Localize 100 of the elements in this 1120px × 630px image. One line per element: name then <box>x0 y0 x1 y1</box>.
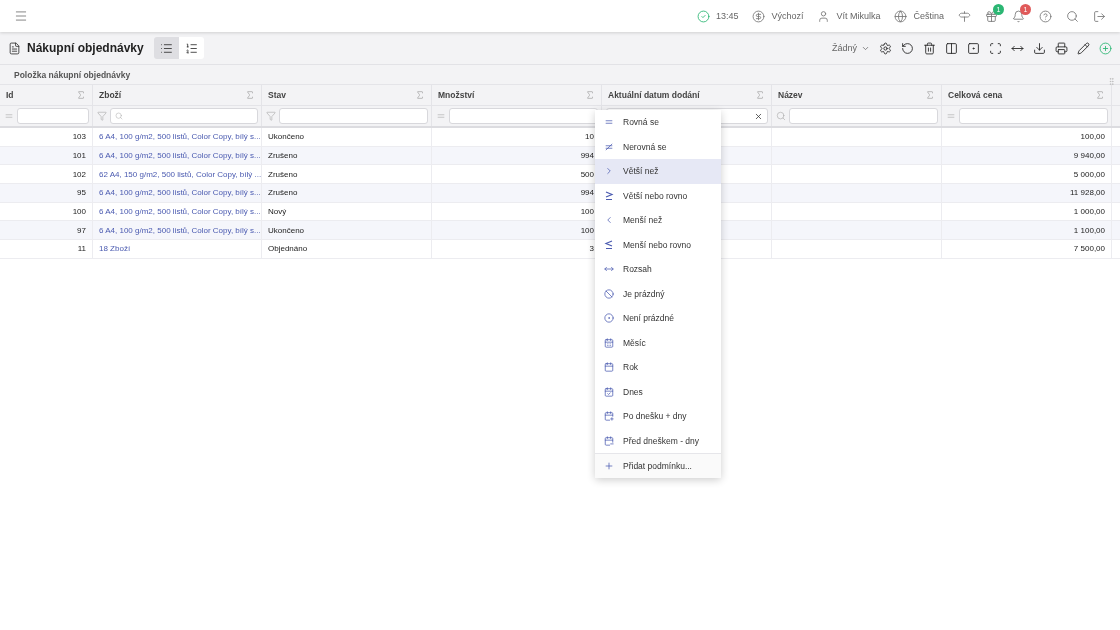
not-equal-icon <box>604 141 614 152</box>
user-link[interactable]: Vít Mikulka <box>836 11 881 21</box>
column-header[interactable]: Množství <box>438 90 475 100</box>
sum-icon[interactable] <box>415 90 425 100</box>
calendar-icon <box>604 337 614 348</box>
table-cell: 97 <box>0 221 93 240</box>
user-icon <box>817 9 831 23</box>
item-link[interactable]: 6 A4, 100 g/m2, 500 listů, Color Copy, bílý s... <box>93 202 262 221</box>
dollar-icon <box>752 9 766 23</box>
menu-item[interactable]: Větší nebo rovno <box>595 183 721 208</box>
list-view-button[interactable] <box>153 37 179 59</box>
menu-item[interactable]: Měsíc <box>595 330 721 355</box>
sum-icon[interactable] <box>245 90 255 100</box>
table-cell: Ukončeno <box>262 128 432 146</box>
greater-equal-icon <box>604 190 614 201</box>
column-header[interactable]: Název <box>778 90 803 100</box>
menu-button[interactable] <box>14 9 28 23</box>
table-cell: 5 000,00 <box>942 165 1112 184</box>
equals-icon[interactable] <box>4 111 14 121</box>
column-header[interactable]: Zboží <box>99 90 122 100</box>
gift-icon[interactable] <box>985 9 998 23</box>
download-icon[interactable] <box>1033 41 1046 55</box>
table-cell: 11 <box>0 240 93 258</box>
menu-item[interactable]: Rovná se <box>595 110 721 135</box>
grip-icon[interactable] <box>1107 77 1116 86</box>
item-link[interactable]: 6 A4, 100 g/m2, 500 listů, Color Copy, bílý s... <box>93 184 262 202</box>
undo-icon[interactable] <box>901 41 914 55</box>
currency-link[interactable]: Výchozí <box>771 11 804 21</box>
filter-field[interactable] <box>279 108 428 124</box>
numbered-list-icon <box>184 41 198 55</box>
search-icon[interactable] <box>1066 9 1079 23</box>
settings-icon[interactable] <box>879 41 892 55</box>
layout-select[interactable]: Žádný <box>832 43 870 53</box>
sum-icon[interactable] <box>585 90 595 100</box>
sum-icon[interactable] <box>755 90 765 100</box>
sum-icon[interactable] <box>76 90 86 100</box>
search-field[interactable] <box>789 108 938 124</box>
table-cell: Nový <box>262 202 432 221</box>
table-cell: 102 <box>0 165 93 184</box>
table-cell: 7 500,00 <box>942 240 1112 258</box>
filter-field[interactable] <box>959 108 1108 124</box>
pencil-icon[interactable] <box>1077 41 1090 55</box>
numbered-list-button[interactable] <box>178 37 204 59</box>
menu-item[interactable]: Je prázdný <box>595 281 721 306</box>
add-condition-item[interactable]: Přidat podmínku... <box>595 453 721 478</box>
table-cell: 11 928,00 <box>942 184 1112 202</box>
menu-item[interactable]: Rozsah <box>595 257 721 282</box>
sum-icon[interactable] <box>1095 90 1105 100</box>
menu-item[interactable]: Větší než <box>595 159 721 184</box>
add-icon[interactable] <box>1099 41 1112 55</box>
menu-item[interactable]: Před dneškem - dny <box>595 428 721 453</box>
search-field[interactable] <box>110 108 258 124</box>
language-link[interactable]: Čeština <box>913 11 944 21</box>
item-link[interactable]: 6 A4, 100 g/m2, 500 listů, Color Copy, bílý s... <box>93 146 262 165</box>
item-link[interactable]: 6 A4, 100 g/m2, 500 listů, Color Copy, bílý s... <box>93 221 262 240</box>
bell-icon[interactable] <box>1012 9 1025 23</box>
column-header[interactable]: Id <box>6 90 14 100</box>
table-cell: 100 <box>0 202 93 221</box>
menu-item[interactable]: Dnes <box>595 379 721 404</box>
square-dot-icon[interactable] <box>967 41 980 55</box>
less-than-icon <box>604 215 614 226</box>
table-cell: 100,00 <box>942 128 1112 146</box>
logout-icon[interactable] <box>1093 9 1106 23</box>
page-title: Nákupní objednávky <box>27 41 144 55</box>
calendar-minus-icon <box>604 435 614 446</box>
table-cell: Objednáno <box>262 240 432 258</box>
menu-item[interactable]: Po dnešku + dny <box>595 404 721 429</box>
column-header[interactable]: Celková cena <box>948 90 1003 100</box>
filter-icon[interactable] <box>97 111 107 121</box>
equals-icon[interactable] <box>436 111 446 121</box>
item-link[interactable]: 18 Zboží <box>93 240 262 258</box>
table-cell: Zrušeno <box>262 165 432 184</box>
menu-item[interactable]: Není prázdné <box>595 306 721 331</box>
sum-icon[interactable] <box>925 90 935 100</box>
filter-icon[interactable] <box>266 111 276 121</box>
trash-icon[interactable] <box>923 41 936 55</box>
equals-icon[interactable] <box>946 111 956 121</box>
menu-item[interactable]: Nerovná se <box>595 134 721 159</box>
frame-icon[interactable] <box>989 41 1002 55</box>
calendar-icon <box>604 362 614 373</box>
menu-item[interactable]: Menší než <box>595 208 721 233</box>
item-link[interactable]: 62 A4, 150 g/m2, 500 listů, Color Copy, bílý ... <box>93 165 262 184</box>
filter-field[interactable] <box>449 108 598 124</box>
less-equal-icon <box>604 239 614 250</box>
greater-than-icon <box>604 166 614 177</box>
table-cell: 1 000,00 <box>942 202 1112 221</box>
print-icon[interactable] <box>1055 41 1068 55</box>
item-link[interactable]: 6 A4, 100 g/m2, 500 listů, Color Copy, bílý s... <box>93 128 262 146</box>
column-header[interactable]: Stav <box>268 90 286 100</box>
table-cell: 1 100,00 <box>942 221 1112 240</box>
filter-field[interactable] <box>17 108 89 124</box>
signpost-icon[interactable] <box>958 9 971 23</box>
help-icon[interactable] <box>1039 9 1052 23</box>
circle-dot-icon <box>604 313 614 324</box>
column-header[interactable]: Aktuální datum dodání <box>608 90 700 100</box>
status-time: 13:45 <box>715 11 739 21</box>
columns-icon[interactable] <box>945 41 958 55</box>
check-circle-icon <box>696 9 710 23</box>
menu-item[interactable]: Rok <box>595 355 721 380</box>
menu-item[interactable]: Menší nebo rovno <box>595 232 721 257</box>
